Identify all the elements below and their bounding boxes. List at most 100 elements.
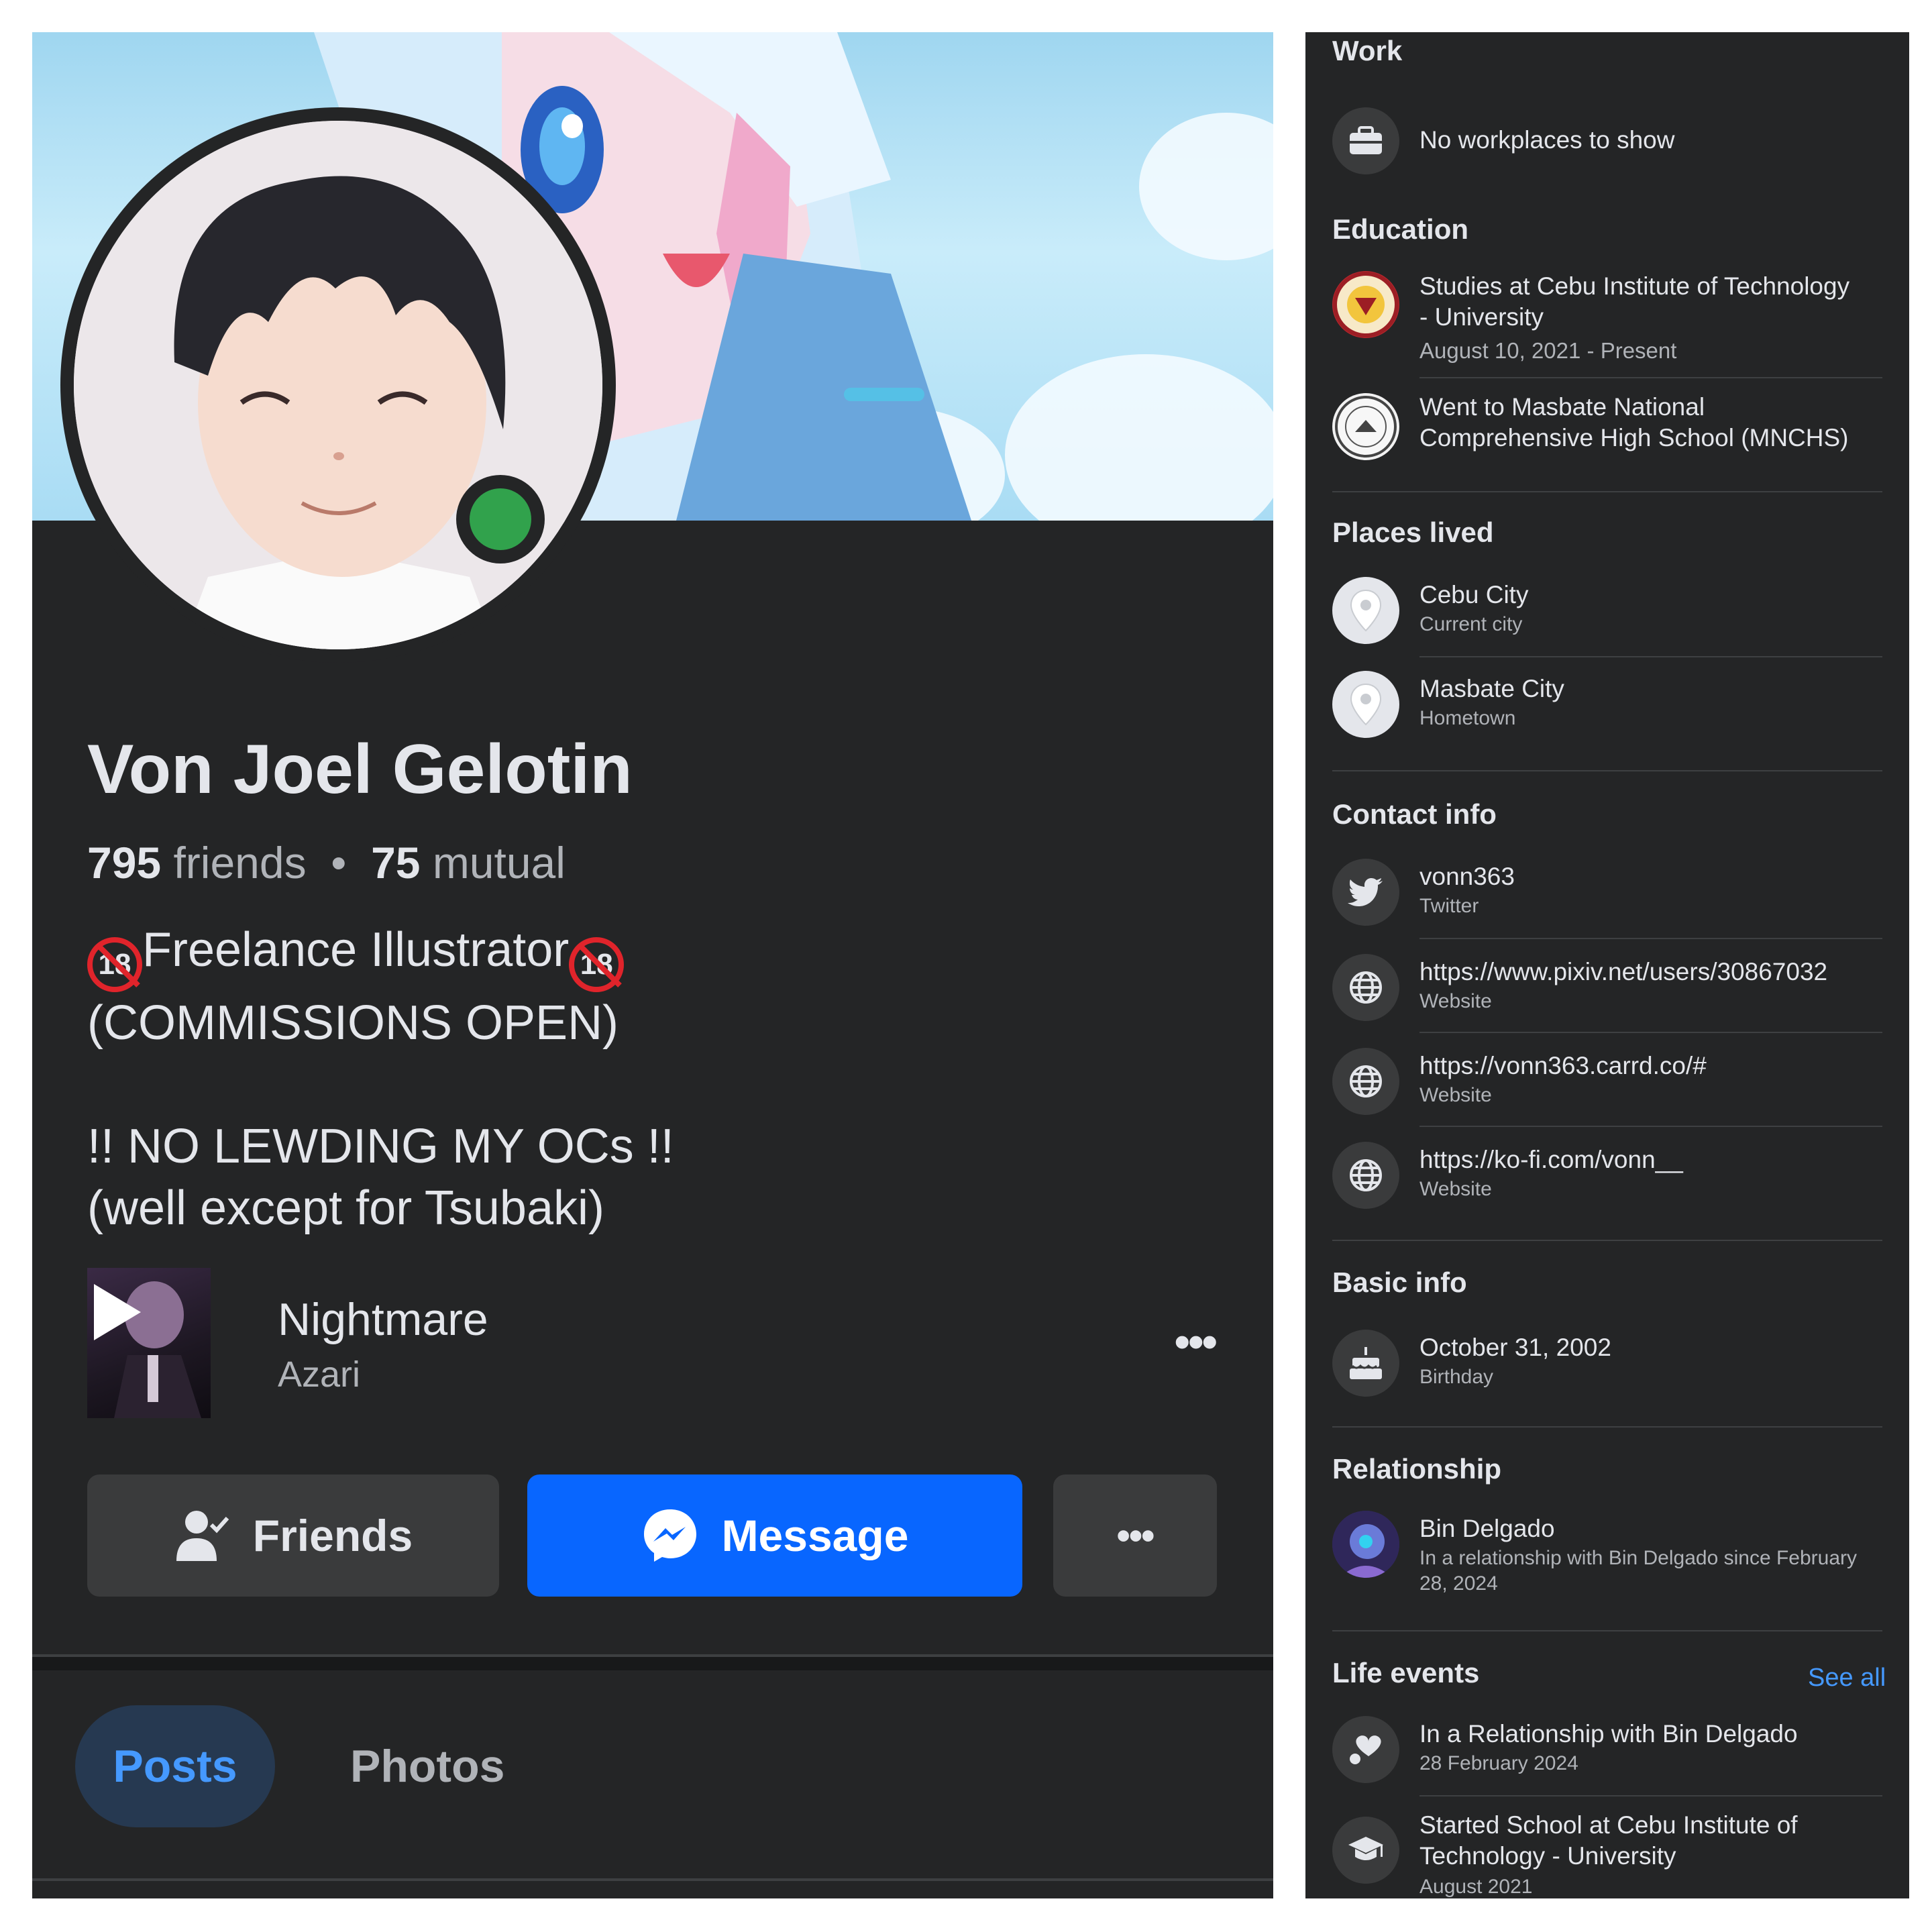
basic-info-item: October 31, 2002 Birthday (1332, 1330, 1882, 1397)
mutual-label: mutual (432, 838, 566, 888)
divider (1332, 770, 1882, 771)
friends-label: friends (173, 838, 307, 888)
contact-value: vonn363 (1419, 863, 1515, 890)
bio-line-2: (COMMISSIONS OPEN) (87, 996, 619, 1050)
contact-item[interactable]: https://www.pixiv.net/users/30867032 Web… (1332, 954, 1882, 1021)
mutual-number: 75 (371, 838, 421, 888)
music-album-art[interactable] (87, 1268, 211, 1418)
divider (1332, 1240, 1882, 1241)
divider (1419, 377, 1882, 378)
profile-panel: Von Joel Gelotin 795 friends • 75 mutual… (32, 32, 1273, 1898)
friends-number: 795 (87, 838, 162, 888)
life-event-date: August 2021 (1419, 1876, 1533, 1898)
life-event-date: 28 February 2024 (1419, 1752, 1578, 1774)
message-button-label: Message (721, 1511, 909, 1560)
divider (1332, 491, 1882, 492)
briefcase-icon (1332, 107, 1399, 174)
contact-item[interactable]: https://ko-fi.com/vonn__ Website (1332, 1142, 1882, 1209)
divider (1419, 1126, 1882, 1127)
birthday-label: Birthday (1419, 1366, 1494, 1388)
avatar-image (74, 121, 602, 649)
bio-line-3: !! NO LEWDING MY OCs !! (87, 1120, 674, 1173)
section-gap (32, 1657, 1273, 1670)
school-logo-icon (1332, 393, 1399, 460)
birthday-cake-icon (1332, 1330, 1399, 1397)
tab-photos[interactable]: Photos (323, 1705, 531, 1827)
contact-value: https://ko-fi.com/vonn__ (1419, 1146, 1683, 1173)
see-all-link[interactable]: See all (1808, 1664, 1886, 1693)
education-item[interactable]: Went to Masbate National Comprehensive Hi… (1332, 392, 1882, 466)
contact-item[interactable]: vonn363 Twitter (1332, 859, 1882, 926)
graduation-cap-icon (1332, 1817, 1399, 1884)
birthday-date: October 31, 2002 (1419, 1334, 1611, 1361)
globe-icon (1332, 1142, 1399, 1209)
section-title-contact: Contact info (1332, 798, 1497, 830)
section-title-education: Education (1332, 213, 1469, 245)
tab-posts[interactable]: Posts (75, 1705, 275, 1827)
section-title-basic: Basic info (1332, 1267, 1467, 1298)
section-title-places: Places lived (1332, 517, 1494, 548)
bio-line-4: (well except for Tsubaki) (87, 1181, 604, 1235)
friends-count[interactable]: 795 friends • 75 mutual (87, 837, 566, 888)
online-status-dot (456, 475, 545, 564)
messenger-icon (641, 1507, 699, 1564)
relationship-detail: In a relationship with Bin Delgado since… (1419, 1547, 1858, 1595)
school-logo-icon (1332, 271, 1399, 338)
section-title-life-events: Life events (1332, 1657, 1480, 1688)
bio-line-1: Freelance Illustrator (142, 923, 570, 977)
place-item[interactable]: Cebu City Current city (1332, 577, 1882, 644)
globe-icon (1332, 954, 1399, 1021)
relationship-item[interactable]: Bin Delgado In a relationship with Bin D… (1332, 1511, 1882, 1605)
life-event-item[interactable]: Started School at Cebu Institute of Techn… (1332, 1810, 1882, 1898)
friends-check-icon (174, 1507, 230, 1564)
place-type: Hometown (1419, 707, 1516, 729)
divider (1332, 1426, 1882, 1428)
friends-button-label: Friends (252, 1511, 413, 1560)
work-item: No workplaces to show (1332, 107, 1882, 174)
place-name: Cebu City (1419, 581, 1529, 608)
no-under-18-icon: 18 (87, 937, 142, 992)
play-icon[interactable] (94, 1284, 141, 1340)
education-school-name: Went to Masbate National Comprehensive Hi… (1419, 393, 1849, 451)
contact-type: Twitter (1419, 895, 1479, 917)
partner-name: Bin Delgado (1419, 1515, 1555, 1542)
contact-type: Website (1419, 1084, 1492, 1106)
section-title-relationship: Relationship (1332, 1453, 1502, 1485)
message-button[interactable]: Message (527, 1474, 1022, 1597)
education-school-name: Studies at Cebu Institute of Technology -… (1419, 272, 1850, 331)
education-item[interactable]: Studies at Cebu Institute of Technology -… (1332, 271, 1882, 398)
contact-value: https://www.pixiv.net/users/30867032 (1419, 958, 1828, 985)
profile-avatar[interactable] (60, 107, 616, 663)
education-dates: August 10, 2021 - Present (1419, 338, 1677, 363)
partner-avatar[interactable] (1332, 1511, 1399, 1578)
section-title-work: Work (1332, 35, 1403, 66)
life-event-item[interactable]: In a Relationship with Bin Delgado 28 Fe… (1332, 1716, 1882, 1783)
contact-item[interactable]: https://vonn363.carrd.co/# Website (1332, 1048, 1882, 1115)
location-pin-icon (1332, 577, 1399, 644)
life-event-title: Started School at Cebu Institute of Techn… (1419, 1811, 1798, 1870)
location-pin-icon (1332, 671, 1399, 738)
contact-value: https://vonn363.carrd.co/# (1419, 1052, 1707, 1079)
contact-type: Website (1419, 1178, 1492, 1200)
place-item[interactable]: Masbate City Hometown (1332, 671, 1882, 738)
globe-icon (1332, 1048, 1399, 1115)
divider (1419, 1032, 1882, 1033)
divider (32, 1878, 1273, 1881)
profile-name: Von Joel Gelotin (87, 731, 633, 808)
heart-event-icon (1332, 1716, 1399, 1783)
separator-dot: • (331, 838, 347, 888)
music-title: Nightmare (278, 1294, 488, 1345)
place-type: Current city (1419, 613, 1523, 635)
divider (1419, 656, 1882, 657)
twitter-icon (1332, 859, 1399, 926)
life-event-title: In a Relationship with Bin Delgado (1419, 1720, 1798, 1748)
place-name: Masbate City (1419, 675, 1564, 702)
friends-button[interactable]: Friends (87, 1474, 499, 1597)
no-under-18-icon: 18 (569, 937, 625, 992)
music-artist: Azari (278, 1354, 361, 1395)
about-panel: Work No workplaces to show Education Stu… (1305, 32, 1909, 1898)
contact-type: Website (1419, 990, 1492, 1012)
music-more-button[interactable]: ••• (1174, 1315, 1218, 1368)
more-actions-button[interactable]: ••• (1053, 1474, 1217, 1597)
profile-music[interactable]: Nightmare Azari ••• (87, 1268, 1228, 1418)
